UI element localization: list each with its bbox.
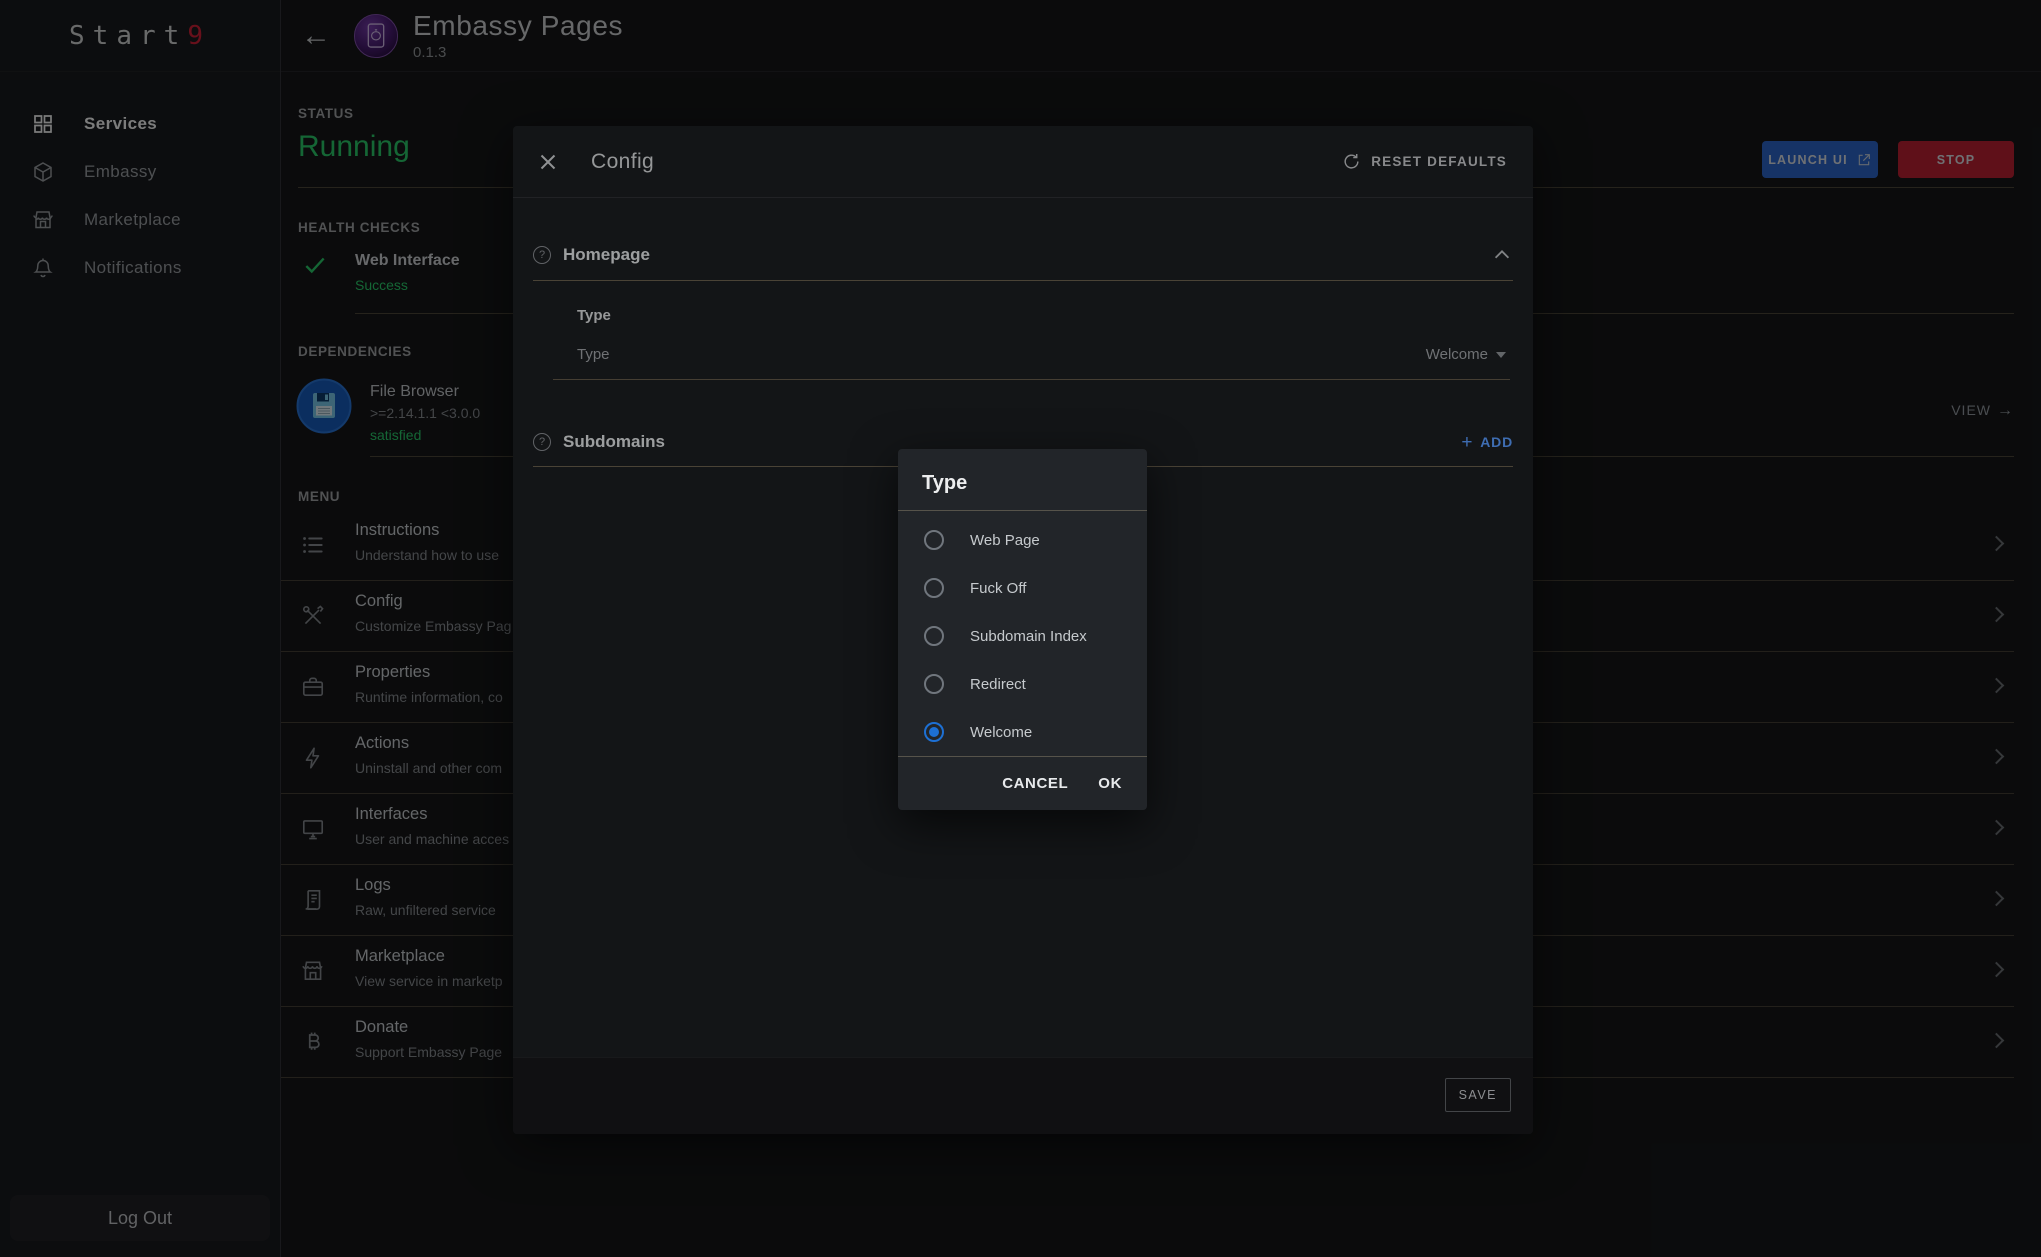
- type-options-list: Web Page Fuck Off Subdomain Index Redire…: [898, 511, 1147, 756]
- radio-option-redirect[interactable]: Redirect: [898, 660, 1147, 708]
- radio-option-fuck-off[interactable]: Fuck Off: [898, 564, 1147, 612]
- type-dialog: Type Web Page Fuck Off Subdomain Index R…: [898, 449, 1147, 810]
- radio-option-web-page[interactable]: Web Page: [898, 516, 1147, 564]
- radio-option-subdomain-index[interactable]: Subdomain Index: [898, 612, 1147, 660]
- radio-icon[interactable]: [924, 722, 944, 742]
- type-dialog-footer: CANCEL OK: [898, 756, 1147, 810]
- type-dialog-title: Type: [898, 449, 1147, 511]
- radio-icon[interactable]: [924, 674, 944, 694]
- radio-option-welcome[interactable]: Welcome: [898, 708, 1147, 756]
- ok-button[interactable]: OK: [1098, 775, 1122, 792]
- cancel-button[interactable]: CANCEL: [1002, 775, 1068, 792]
- radio-icon[interactable]: [924, 626, 944, 646]
- radio-icon[interactable]: [924, 578, 944, 598]
- radio-icon[interactable]: [924, 530, 944, 550]
